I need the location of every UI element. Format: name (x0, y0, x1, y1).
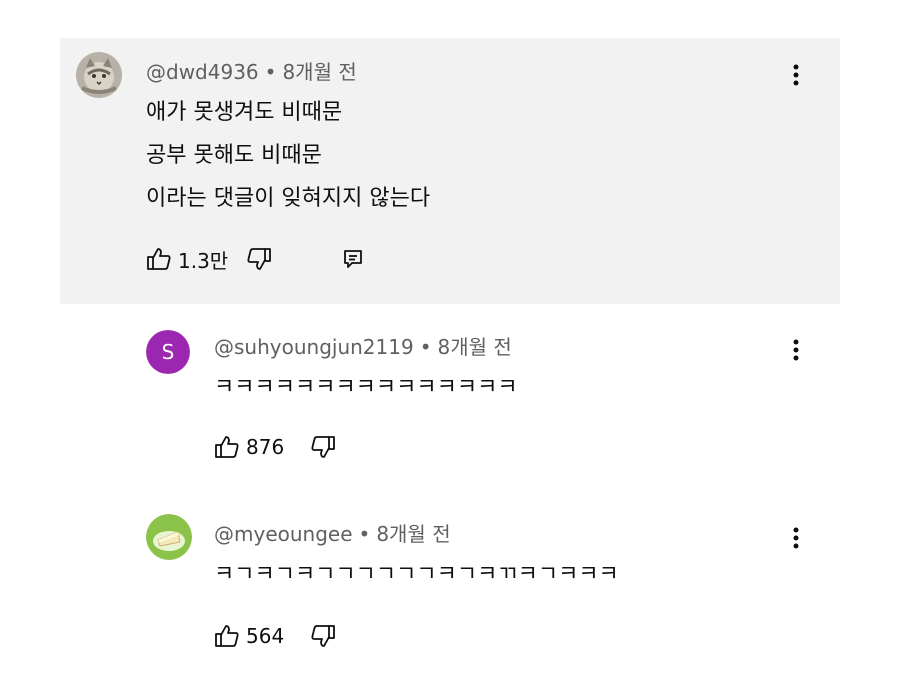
meta-separator: • (358, 522, 371, 546)
comment-text-line: ㅋㄱㅋㄱㅋㄱㄱㄱㄱㄱㄱㅋㄱㅋㄲㅋㄱㅋㅋㅋ (214, 562, 619, 587)
comment-time[interactable]: 8개월 전 (376, 522, 450, 546)
avatar[interactable]: S (146, 330, 190, 374)
comment-meta: @suhyoungjun2119 • 8개월 전 (214, 331, 512, 360)
comment-text-line: 공부 못해도 비때문 (146, 143, 322, 168)
thumbs-down-icon (311, 436, 336, 458)
thumbs-up-icon (215, 625, 239, 647)
like-count: 564 (246, 624, 285, 648)
thumbs-up-icon (147, 248, 171, 270)
like-count: 876 (246, 435, 285, 459)
vertical-dots-icon (793, 527, 799, 549)
dislike-button[interactable] (246, 246, 272, 272)
reply-button[interactable] (342, 248, 364, 270)
dislike-button[interactable] (310, 434, 336, 460)
thumbs-up-icon (215, 436, 239, 458)
avatar[interactable] (76, 52, 122, 98)
reply-comment-icon (344, 250, 363, 268)
comment-author[interactable]: @dwd4936 (146, 60, 259, 84)
more-options-button[interactable] (784, 60, 808, 90)
like-button[interactable]: 564 (214, 623, 284, 649)
comment-actions: 1.3만 (146, 244, 364, 274)
comment-author[interactable]: @suhyoungjun2119 (214, 335, 414, 359)
thumbs-down-icon (247, 248, 272, 270)
more-options-button[interactable] (784, 335, 808, 365)
more-options-button[interactable] (784, 523, 808, 553)
like-button[interactable]: 876 (214, 434, 284, 460)
meta-separator: • (264, 60, 277, 84)
comment-author[interactable]: @myeoungee (214, 522, 353, 546)
dislike-button[interactable] (310, 623, 336, 649)
like-count: 1.3만 (178, 248, 229, 273)
avatar[interactable] (146, 514, 192, 560)
vertical-dots-icon (793, 339, 799, 361)
comment-meta: @myeoungee • 8개월 전 (214, 518, 451, 547)
meta-separator: • (419, 335, 432, 359)
cat-photo-avatar-icon (76, 52, 122, 98)
comment-time[interactable]: 8개월 전 (438, 335, 512, 359)
thumbs-down-icon (311, 625, 336, 647)
cake-avatar-icon (146, 514, 192, 560)
comment-time[interactable]: 8개월 전 (282, 60, 356, 84)
comment-actions: 564 (214, 621, 336, 651)
comment-actions: 876 (214, 432, 336, 462)
comment-text-line: 애가 못생겨도 비때문 (146, 100, 343, 125)
comment-text-line: 이라는 댓글이 잊혀지지 않는다 (146, 186, 431, 211)
vertical-dots-icon (793, 64, 799, 86)
comment-text-line: ㅋㅋㅋㅋㅋㅋㅋㅋㅋㅋㅋㅋㅋㅋㅋ (214, 375, 518, 400)
comment-meta: @dwd4936 • 8개월 전 (146, 56, 357, 85)
like-button[interactable]: 1.3만 (146, 245, 228, 274)
avatar-letter: S (146, 330, 190, 374)
